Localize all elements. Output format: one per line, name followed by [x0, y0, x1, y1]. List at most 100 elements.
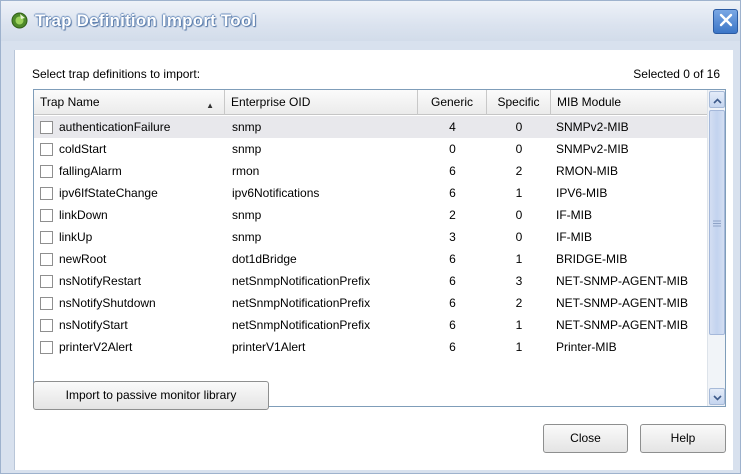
title-bar[interactable]: Trap Definition Import Tool [1, 1, 740, 41]
column-header-generic[interactable]: Generic [418, 90, 487, 115]
mib-module: NET-SNMP-AGENT-MIB [556, 274, 689, 288]
dialog-body: Select trap definitions to import: Selec… [14, 50, 733, 470]
column-header-enterprise-oid[interactable]: Enterprise OID [225, 90, 418, 115]
row-checkbox[interactable] [40, 274, 53, 288]
trap-name: printerV2Alert [59, 340, 133, 354]
close-window-button[interactable] [713, 9, 738, 34]
generic-value: 6 [449, 186, 456, 200]
mib-module: IPV6-MIB [556, 186, 608, 200]
row-checkbox[interactable] [40, 142, 53, 156]
specific-value: 1 [515, 252, 523, 266]
enterprise-oid: printerV1Alert [232, 340, 306, 354]
chevron-up-icon [712, 93, 722, 107]
generic-value: 6 [449, 274, 456, 288]
mib-module: IF-MIB [556, 208, 592, 222]
table-body: authenticationFailure snmp 4 0 SNMPv2-MI… [34, 116, 708, 358]
row-checkbox[interactable] [40, 208, 53, 222]
table-row[interactable]: nsNotifyStart netSnmpNotificationPrefix … [34, 314, 708, 336]
column-header-trap-name[interactable]: Trap Name ▲ [34, 90, 225, 115]
row-checkbox[interactable] [40, 120, 53, 134]
specific-value: 0 [515, 120, 523, 134]
enterprise-oid: snmp [232, 208, 262, 222]
select-prompt: Select trap definitions to import: [32, 67, 201, 81]
table-row[interactable]: linkDown snmp 2 0 IF-MIB [34, 204, 708, 226]
trap-name: coldStart [59, 142, 107, 156]
specific-value: 2 [515, 296, 523, 310]
specific-value: 1 [515, 340, 523, 354]
generic-value: 0 [449, 142, 456, 156]
table-row[interactable]: linkUp snmp 3 0 IF-MIB [34, 226, 708, 248]
specific-value: 1 [515, 318, 523, 332]
table-row[interactable]: fallingAlarm rmon 6 2 RMON-MIB [34, 160, 708, 182]
row-checkbox[interactable] [40, 164, 53, 178]
column-header-label: Trap Name [40, 95, 100, 109]
row-checkbox[interactable] [40, 252, 53, 266]
row-checkbox[interactable] [40, 186, 53, 200]
table-row[interactable]: printerV2Alert printerV1Alert 6 1 Printe… [34, 336, 708, 358]
mib-module: SNMPv2-MIB [556, 142, 629, 156]
table-header: Trap Name ▲ Enterprise OID Generic Speci… [34, 90, 708, 115]
generic-value: 6 [449, 252, 456, 266]
column-header-mib-module[interactable]: MIB Module [551, 90, 708, 115]
mib-module: NET-SNMP-AGENT-MIB [556, 296, 689, 310]
enterprise-oid: dot1dBridge [232, 252, 297, 266]
trap-name: newRoot [59, 252, 107, 266]
specific-value: 1 [515, 186, 523, 200]
generic-value: 3 [449, 230, 456, 244]
specific-value: 0 [515, 208, 523, 222]
window-title: Trap Definition Import Tool [35, 11, 257, 30]
sort-up-icon: ▲ [206, 101, 214, 110]
mib-module: NET-SNMP-AGENT-MIB [556, 318, 689, 332]
vertical-scrollbar[interactable] [707, 90, 725, 406]
generic-value: 4 [449, 120, 456, 134]
column-header-label: Specific [497, 95, 540, 109]
scroll-up-button[interactable] [709, 91, 725, 108]
enterprise-oid: snmp [232, 230, 262, 244]
scroll-down-button[interactable] [709, 388, 725, 405]
column-header-label: Generic [430, 95, 474, 109]
enterprise-oid: ipv6Notifications [232, 186, 320, 200]
enterprise-oid: rmon [232, 164, 260, 178]
trap-name: nsNotifyStart [59, 318, 128, 332]
row-checkbox[interactable] [40, 230, 53, 244]
row-checkbox[interactable] [40, 296, 53, 310]
table-row[interactable]: nsNotifyShutdown netSnmpNotificationPref… [34, 292, 708, 314]
table-row[interactable]: coldStart snmp 0 0 SNMPv2-MIB [34, 138, 708, 160]
enterprise-oid: snmp [232, 120, 262, 134]
table-row[interactable]: authenticationFailure snmp 4 0 SNMPv2-MI… [34, 116, 708, 138]
trap-name: linkDown [59, 208, 108, 222]
mib-module: SNMPv2-MIB [556, 120, 629, 134]
enterprise-oid: netSnmpNotificationPrefix [232, 274, 371, 288]
import-button[interactable]: Import to passive monitor library [33, 381, 269, 410]
mib-module: Printer-MIB [556, 340, 617, 354]
generic-value: 6 [449, 318, 456, 332]
row-checkbox[interactable] [40, 340, 53, 354]
trap-table: Trap Name ▲ Enterprise OID Generic Speci… [33, 89, 726, 407]
column-header-specific[interactable]: Specific [487, 90, 551, 115]
table-row[interactable]: newRoot dot1dBridge 6 1 BRIDGE-MIB [34, 248, 708, 270]
trap-name: authenticationFailure [59, 120, 171, 134]
close-icon [719, 13, 733, 30]
enterprise-oid: snmp [232, 142, 262, 156]
app-logo-icon [11, 12, 28, 29]
column-header-label: Enterprise OID [231, 95, 311, 109]
generic-value: 2 [449, 208, 456, 222]
generic-value: 6 [449, 340, 456, 354]
help-button[interactable]: Help [640, 424, 726, 453]
scroll-thumb[interactable] [709, 110, 725, 335]
mib-module: BRIDGE-MIB [556, 252, 628, 266]
mib-module: IF-MIB [556, 230, 592, 244]
table-row[interactable]: nsNotifyRestart netSnmpNotificationPrefi… [34, 270, 708, 292]
row-checkbox[interactable] [40, 318, 53, 332]
chevron-down-icon [712, 390, 722, 404]
enterprise-oid: netSnmpNotificationPrefix [232, 296, 371, 310]
trap-name: nsNotifyShutdown [59, 296, 156, 310]
column-header-label: MIB Module [557, 95, 622, 109]
trap-name: ipv6IfStateChange [59, 186, 158, 200]
selection-status: Selected 0 of 16 [633, 67, 720, 81]
close-button[interactable]: Close [543, 424, 628, 453]
generic-value: 6 [449, 296, 456, 310]
table-row[interactable]: ipv6IfStateChange ipv6Notifications 6 1 … [34, 182, 708, 204]
generic-value: 6 [449, 164, 456, 178]
trap-name: fallingAlarm [59, 164, 122, 178]
